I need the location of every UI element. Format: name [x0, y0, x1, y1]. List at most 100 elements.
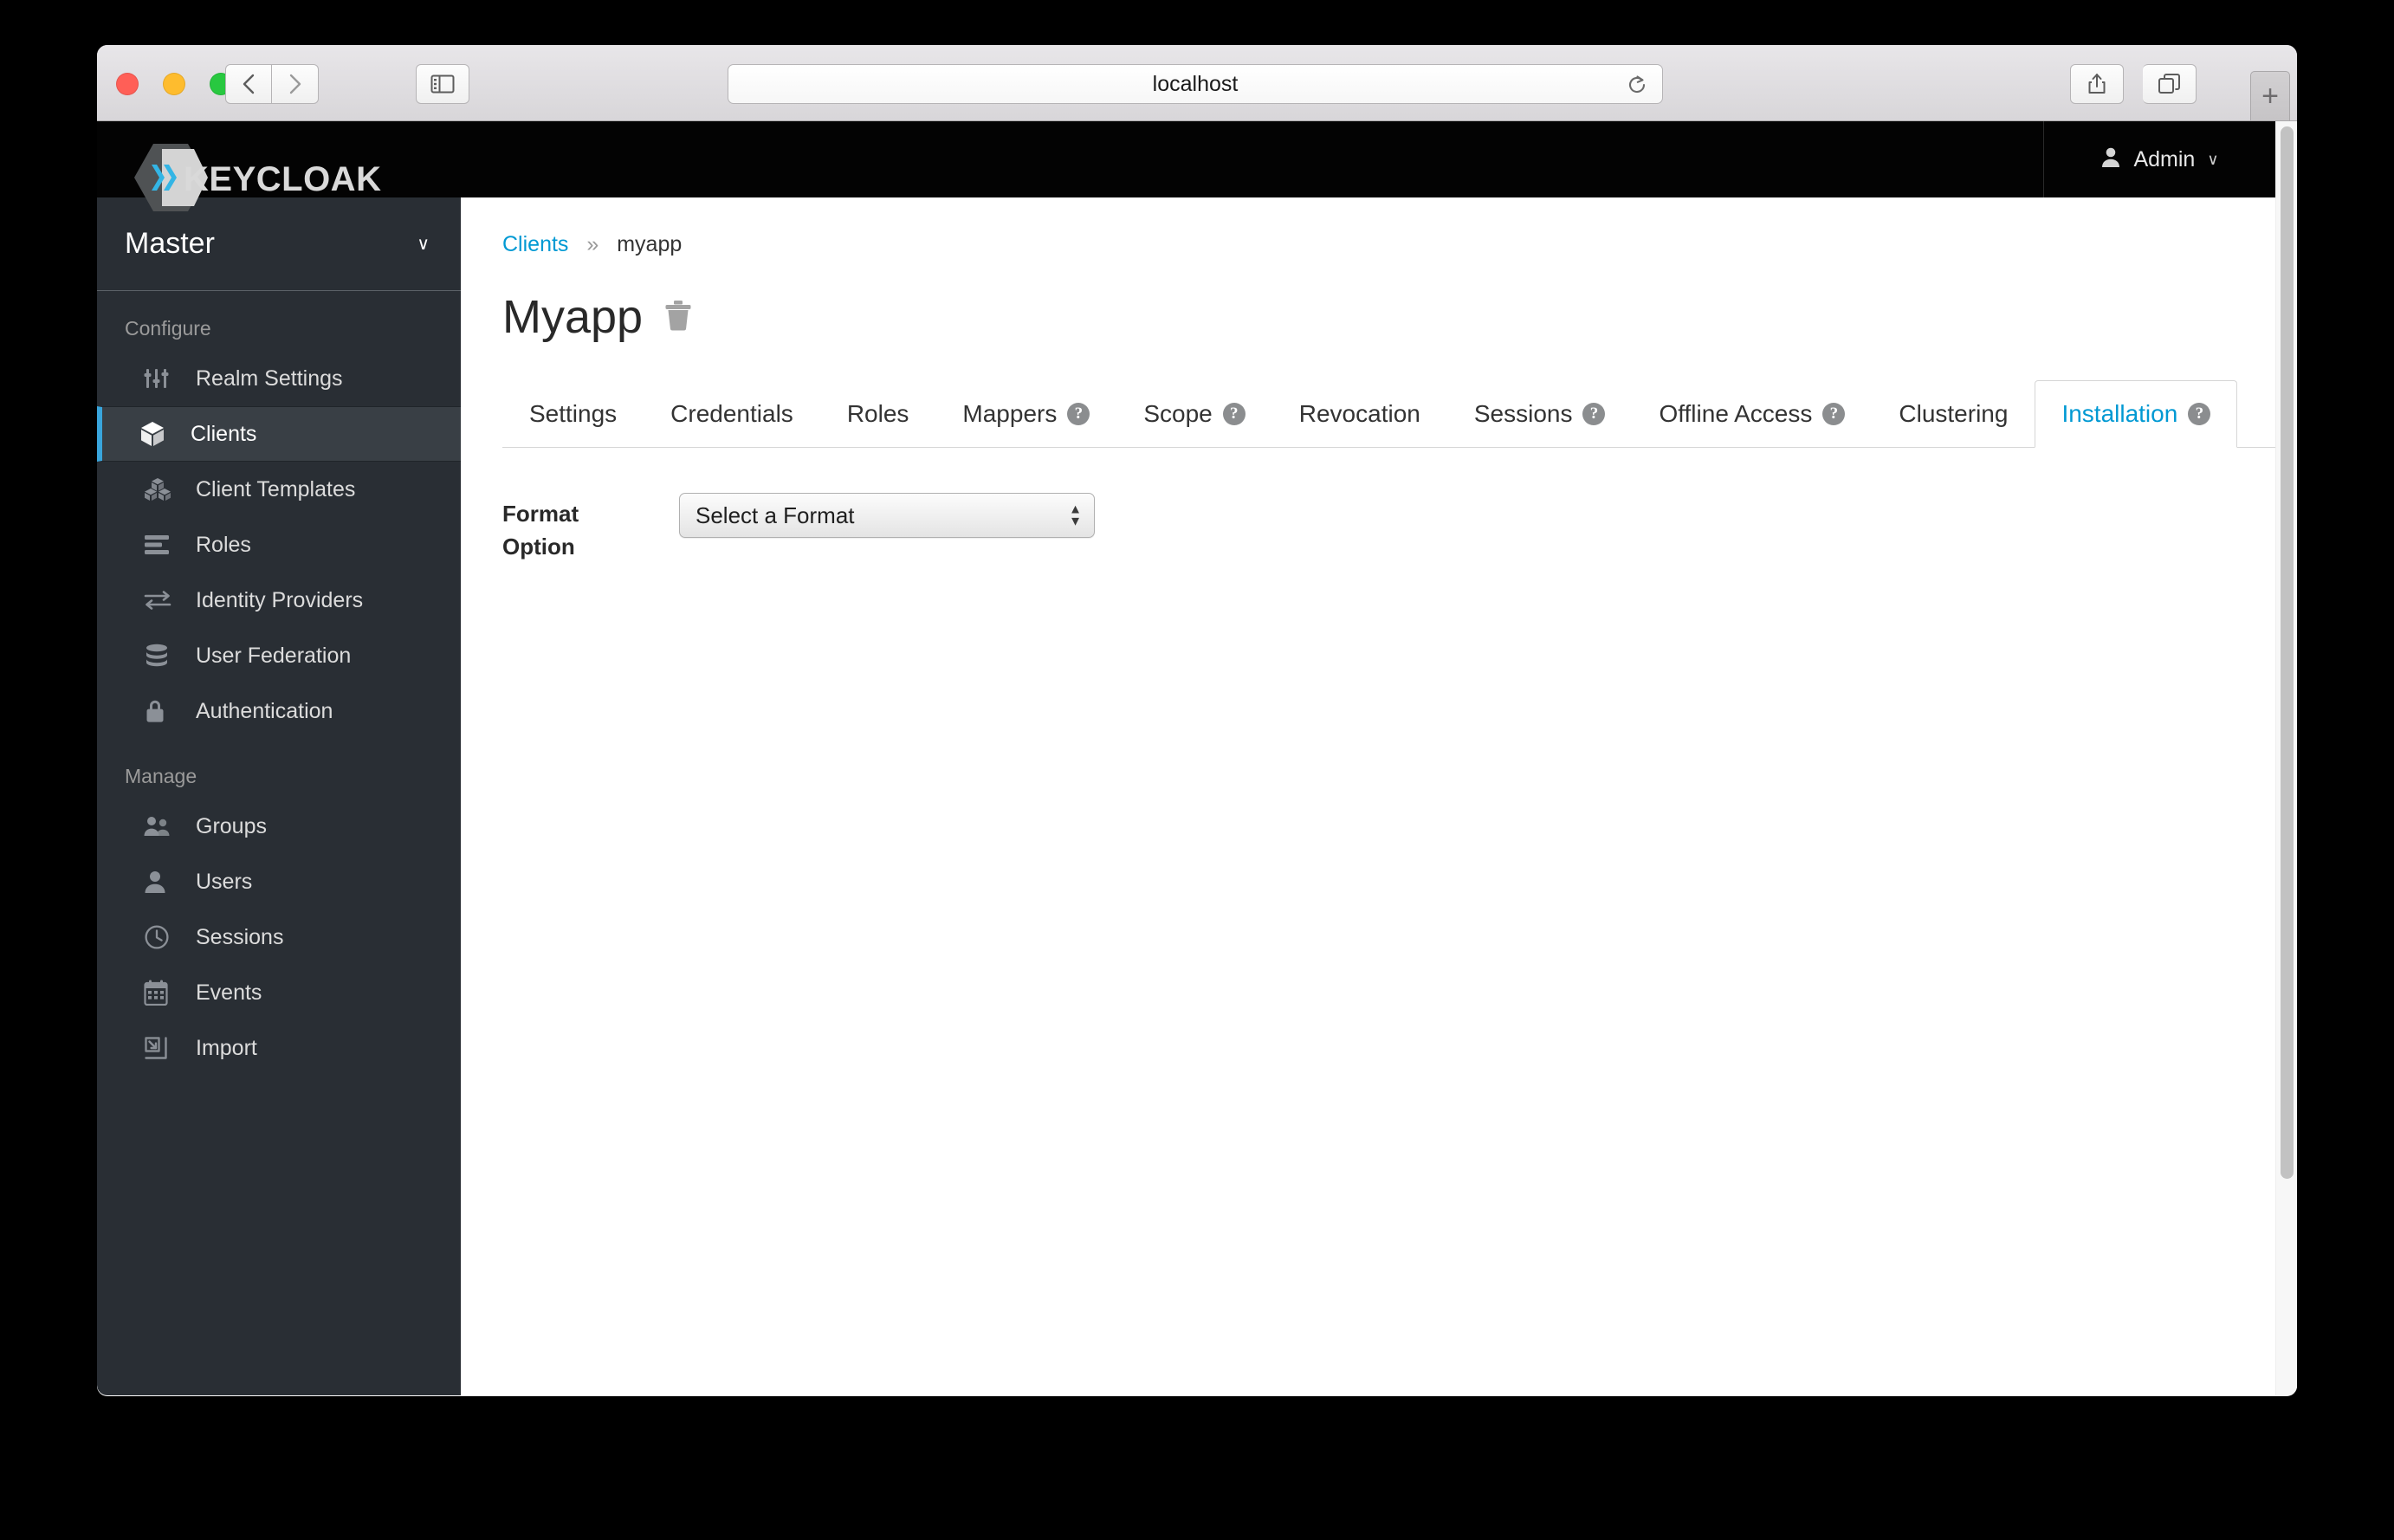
- page-scrollbar[interactable]: [2275, 121, 2297, 1395]
- sidebar-item-identity-providers[interactable]: Identity Providers: [97, 573, 461, 628]
- chevron-left-icon: [241, 72, 256, 96]
- window-controls: [116, 73, 232, 95]
- share-button[interactable]: [2070, 64, 2124, 104]
- sidebar-icon: [430, 74, 455, 94]
- back-button[interactable]: [225, 64, 272, 104]
- forward-button[interactable]: [272, 64, 319, 104]
- close-window-button[interactable]: [116, 73, 139, 95]
- reload-button[interactable]: [1626, 74, 1648, 100]
- sidebar-item-label: Sessions: [196, 924, 284, 949]
- sidebar-item-groups[interactable]: Groups: [97, 799, 461, 854]
- new-tab-button[interactable]: +: [2250, 71, 2290, 121]
- format-option-label: Format Option: [502, 501, 579, 560]
- help-icon[interactable]: ?: [1822, 403, 1846, 425]
- tab-label: Sessions: [1473, 400, 1573, 427]
- breadcrumb-current: myapp: [617, 232, 683, 256]
- format-select[interactable]: Select a Format ▲ ▼: [679, 493, 1095, 538]
- keycloak-logo[interactable]: KEYCLOAK: [132, 140, 381, 219]
- tab-label: Roles: [846, 400, 909, 427]
- sidebar-item-clients[interactable]: Clients: [97, 406, 461, 462]
- sidebar-item-authentication[interactable]: Authentication: [97, 683, 461, 739]
- tab-roles[interactable]: Roles: [820, 380, 936, 448]
- tab-offline-access[interactable]: Offline Access ?: [1632, 380, 1872, 448]
- tab-credentials[interactable]: Credentials: [644, 380, 820, 448]
- tab-scope[interactable]: Scope ?: [1116, 380, 1271, 448]
- sidebar-item-import[interactable]: Import: [97, 1020, 461, 1076]
- lock-icon: [144, 698, 184, 724]
- user-name-label: Admin: [2133, 146, 2196, 171]
- chevron-right-icon: [288, 72, 303, 96]
- sidebar-section-manage-title: Manage: [125, 765, 197, 787]
- sidebar-item-label: Import: [196, 1035, 257, 1060]
- sidebar-item-label: Realm Settings: [196, 366, 343, 391]
- tab-mappers[interactable]: Mappers ?: [935, 380, 1116, 448]
- tab-revocation[interactable]: Revocation: [1272, 380, 1447, 448]
- sidebar-item-roles[interactable]: Roles: [97, 517, 461, 573]
- scrollbar-thumb[interactable]: [2281, 126, 2294, 1179]
- sidebar-toggle-button[interactable]: [416, 64, 469, 104]
- navigation-buttons: [225, 64, 319, 104]
- tab-sessions[interactable]: Sessions ?: [1447, 380, 1633, 448]
- trash-icon[interactable]: [663, 300, 693, 335]
- tab-label: Credentials: [670, 400, 793, 427]
- tab-label: Offline Access: [1659, 400, 1813, 427]
- user-menu[interactable]: Admin ∨: [2043, 121, 2275, 197]
- page-viewport: KEYCLOAK Admin ∨ Master ∨ Configure Real…: [97, 121, 2297, 1395]
- group-icon: [144, 814, 184, 838]
- user-avatar-icon: [2100, 146, 2121, 174]
- minimize-window-button[interactable]: [163, 73, 185, 95]
- address-bar[interactable]: localhost: [728, 64, 1663, 104]
- help-icon[interactable]: ?: [1582, 403, 1606, 425]
- sidebar-item-user-federation[interactable]: User Federation: [97, 628, 461, 683]
- tab-installation[interactable]: Installation ?: [2035, 380, 2238, 448]
- tab-label: Mappers: [962, 400, 1058, 427]
- sidebar-item-events[interactable]: Events: [97, 965, 461, 1020]
- sidebar-item-users[interactable]: Users: [97, 854, 461, 909]
- tab-list: Settings Credentials Roles Mappers ? Sco…: [502, 380, 2275, 448]
- sidebar-item-label: User Federation: [196, 643, 352, 668]
- help-icon[interactable]: ?: [1222, 403, 1246, 425]
- keycloak-brand-text: KEYCLOAK: [184, 160, 382, 198]
- tab-label: Installation: [2061, 400, 2178, 427]
- format-select-value: Select a Format: [696, 501, 855, 528]
- sidebar-item-label: Identity Providers: [196, 587, 364, 612]
- clock-icon: [144, 924, 184, 950]
- app-header: KEYCLOAK Admin ∨: [97, 121, 2275, 211]
- breadcrumb: Clients » myapp: [461, 197, 2275, 257]
- sidebar-item-label: Authentication: [196, 698, 333, 723]
- sidebar-item-client-templates[interactable]: Client Templates: [97, 462, 461, 517]
- calendar-icon: [144, 980, 184, 1006]
- exchange-icon: [144, 589, 184, 611]
- main-content: Clients » myapp Myapp Settings Credentia…: [461, 197, 2275, 1395]
- sidebar-item-sessions[interactable]: Sessions: [97, 909, 461, 965]
- sidebar-item-label: Groups: [196, 813, 267, 838]
- sidebar-section-configure-title: Configure: [125, 317, 211, 340]
- tab-label: Clustering: [1899, 400, 2009, 427]
- browser-toolbar: localhost +: [97, 45, 2297, 121]
- chevron-down-icon: ∨: [417, 235, 430, 254]
- tab-overview-button[interactable]: [2143, 64, 2197, 104]
- help-icon[interactable]: ?: [2188, 403, 2211, 425]
- import-icon: [144, 1036, 184, 1060]
- format-option-row: Format Option Select a Format ▲ ▼: [461, 448, 2275, 563]
- tab-label: Revocation: [1298, 400, 1420, 427]
- sidebar-item-label: Clients: [191, 421, 257, 446]
- sidebar-item-label: Client Templates: [196, 476, 356, 501]
- tab-label: Settings: [529, 400, 618, 427]
- share-icon: [2087, 72, 2107, 96]
- select-stepper-arrows-icon: ▲ ▼: [1069, 501, 1082, 529]
- breadcrumb-clients-link[interactable]: Clients: [502, 232, 568, 256]
- tabs-icon: [2158, 73, 2182, 95]
- sidebar-item-label: Roles: [196, 532, 251, 557]
- format-option-control: Select a Format ▲ ▼: [679, 493, 1095, 563]
- database-icon: [144, 644, 184, 668]
- tab-label: Scope: [1143, 400, 1213, 427]
- help-icon[interactable]: ?: [1067, 403, 1090, 425]
- user-icon: [144, 870, 184, 894]
- cubes-icon: [144, 477, 184, 501]
- tab-clustering[interactable]: Clustering: [1872, 380, 2035, 448]
- page-title: Myapp: [502, 291, 644, 343]
- tab-settings[interactable]: Settings: [502, 380, 644, 448]
- breadcrumb-separator: »: [586, 232, 599, 256]
- sidebar-item-realm-settings[interactable]: Realm Settings: [97, 351, 461, 406]
